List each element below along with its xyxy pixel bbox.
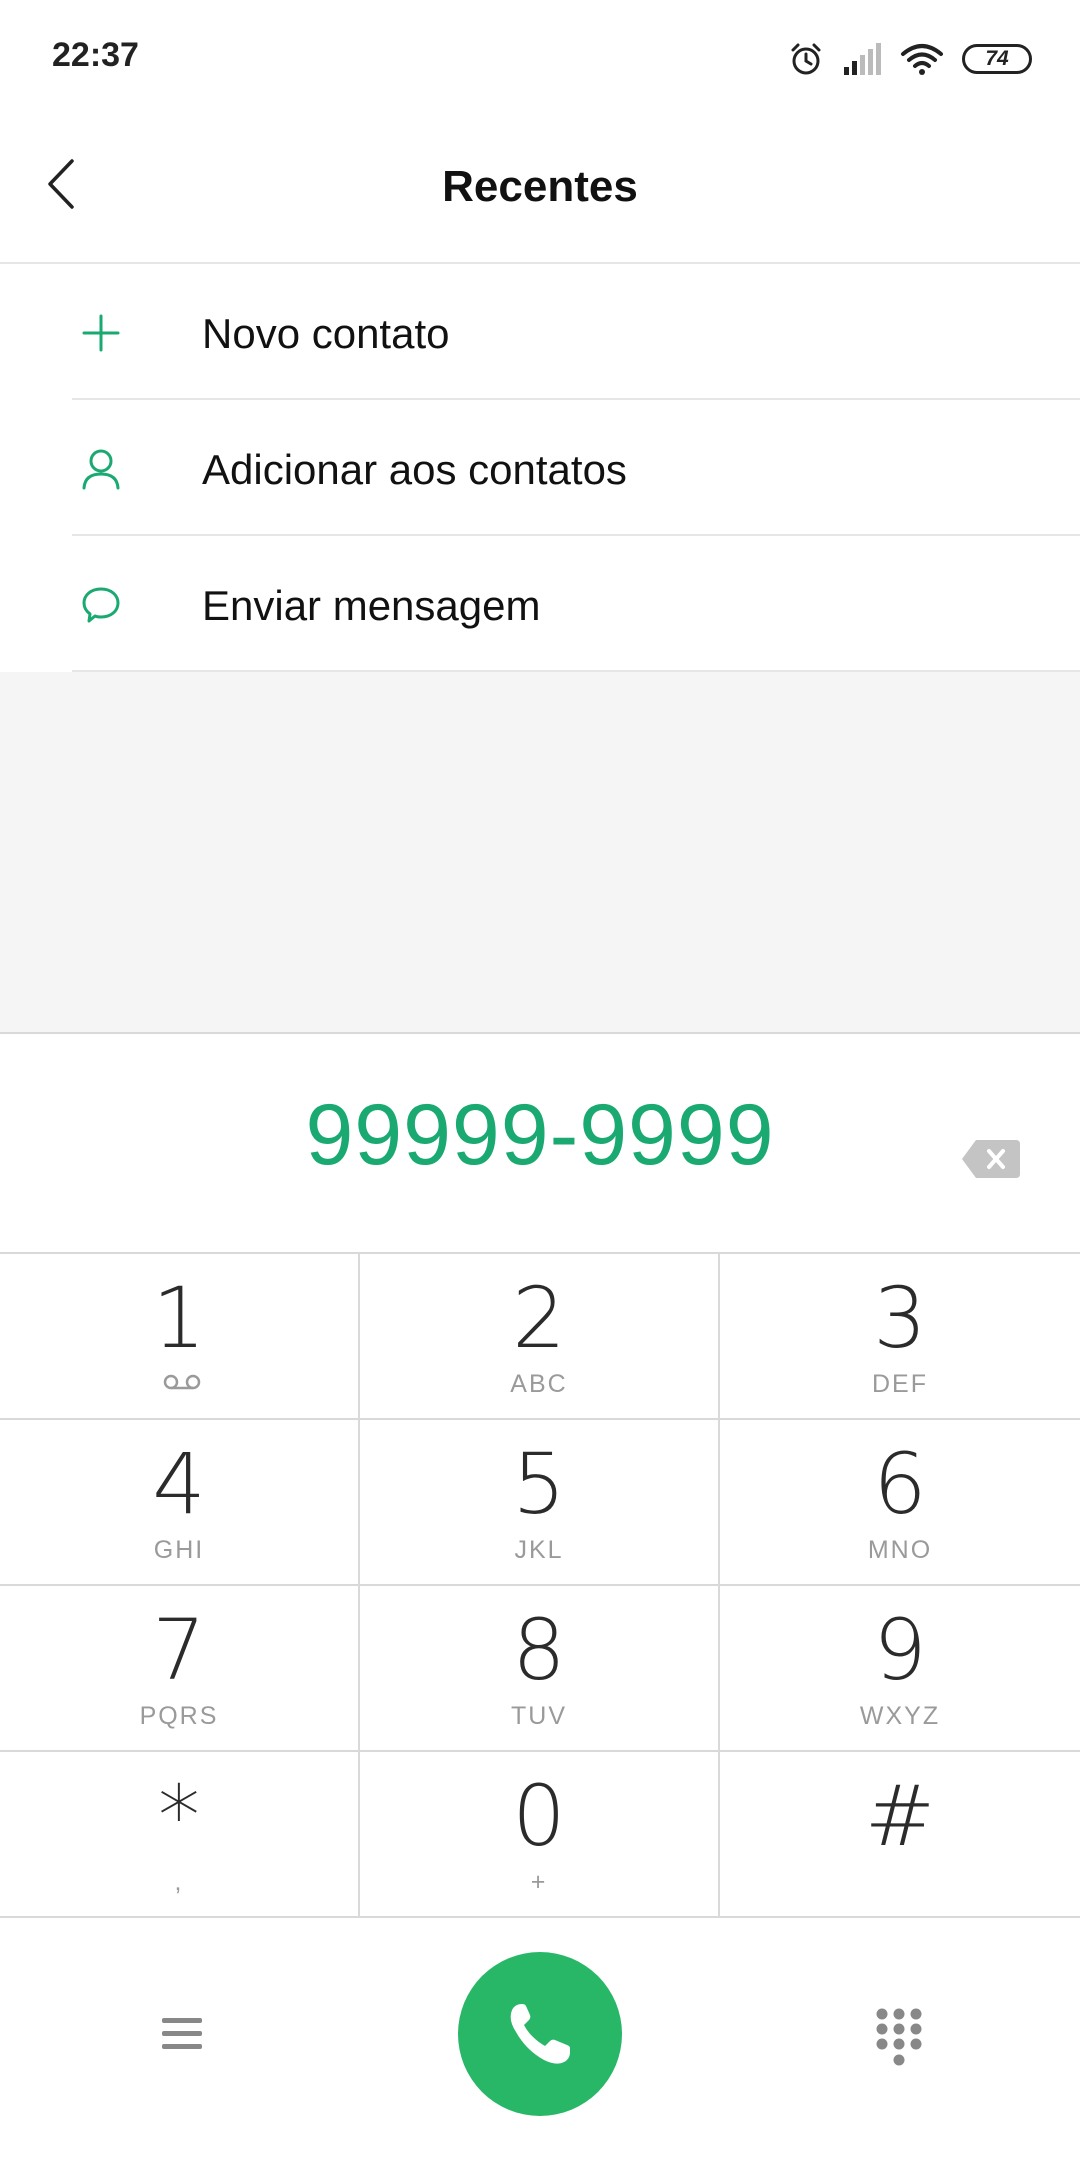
key-4[interactable]: 4 GHI: [0, 1420, 360, 1586]
bottom-bar: [0, 1918, 1080, 2160]
key-7[interactable]: 7 PQRS: [0, 1586, 360, 1752]
alarm-icon: [791, 43, 821, 75]
call-button[interactable]: [458, 1952, 622, 2116]
key-8[interactable]: 8 TUV: [360, 1586, 720, 1752]
voicemail-icon: [163, 1374, 201, 1390]
wifi-icon: [901, 44, 943, 75]
key-digit: 4: [152, 1435, 206, 1533]
key-2[interactable]: 2 ABC: [360, 1254, 720, 1420]
action-label: Adicionar aos contatos: [202, 446, 627, 493]
key-3[interactable]: 3 DEF: [720, 1254, 1080, 1420]
page-title: Recentes: [442, 162, 638, 211]
signal-icon: [844, 43, 881, 75]
new-contact-item[interactable]: Novo contato: [0, 264, 1080, 400]
key-9[interactable]: 9 WXYZ: [720, 1586, 1080, 1752]
key-digit: 7: [152, 1601, 206, 1699]
key-digit: 6: [873, 1435, 927, 1533]
status-bar: 22:37 74: [0, 0, 1080, 110]
keypad: 1 2 ABC 3 DEF 4 GHI 5 JKL 6 MNO 7 PQRS 8…: [0, 1254, 1080, 1918]
key-letters: DEF: [872, 1370, 928, 1398]
battery-level: 74: [985, 47, 1009, 70]
key-letters: TUV: [511, 1702, 567, 1730]
header: Recentes: [0, 110, 1080, 264]
key-6[interactable]: 6 MNO: [720, 1420, 1080, 1586]
key-digit: 2: [512, 1269, 566, 1367]
key-1[interactable]: 1: [0, 1254, 360, 1420]
chat-bubble-icon: [78, 582, 124, 628]
status-icons: 74: [788, 36, 1032, 82]
person-icon: [78, 446, 124, 492]
key-digit: 9: [873, 1601, 927, 1699]
dialpad-icon: [876, 2008, 922, 2066]
key-letters: GHI: [153, 1536, 205, 1564]
key-digit: 3: [873, 1269, 927, 1367]
backspace-button[interactable]: [960, 1138, 1022, 1180]
key-letters: MNO: [867, 1536, 933, 1564]
plus-icon: [78, 310, 124, 356]
key-letters: PQRS: [139, 1702, 219, 1730]
key-hash[interactable]: #: [720, 1752, 1080, 1918]
backspace-icon: [962, 1140, 1020, 1178]
key-letters: ABC: [510, 1370, 568, 1398]
dialed-number: 99999-9999: [305, 1087, 775, 1183]
menu-button[interactable]: [158, 2010, 206, 2058]
dialpad-button[interactable]: [874, 2006, 924, 2068]
key-star[interactable]: * ,: [0, 1752, 360, 1918]
action-label: Novo contato: [202, 310, 450, 357]
key-5[interactable]: 5 JKL: [360, 1420, 720, 1586]
key-letters: JKL: [514, 1536, 564, 1564]
key-digit: 0: [512, 1767, 566, 1865]
menu-icon: [162, 2018, 202, 2049]
key-digit: *: [158, 1767, 200, 1865]
phone-icon: [510, 2004, 570, 2064]
key-digit: 8: [512, 1601, 566, 1699]
action-list: Novo contato Adicionar aos contatos Envi…: [0, 264, 1080, 672]
key-digit: #: [864, 1767, 936, 1865]
key-digit: 1: [152, 1269, 206, 1367]
battery-icon: 74: [962, 44, 1032, 74]
key-letters: +: [530, 1868, 548, 1896]
status-time: 22:37: [52, 36, 139, 74]
add-to-contacts-item[interactable]: Adicionar aos contatos: [0, 400, 1080, 536]
key-letters: ,: [174, 1868, 184, 1896]
number-display: 99999-9999: [0, 1034, 1080, 1254]
key-0[interactable]: 0 +: [360, 1752, 720, 1918]
action-label: Enviar mensagem: [202, 582, 541, 629]
send-message-item[interactable]: Enviar mensagem: [0, 536, 1080, 672]
recents-empty-area: [0, 672, 1080, 1034]
key-digit: 5: [512, 1435, 566, 1533]
key-letters: WXYZ: [859, 1702, 941, 1730]
